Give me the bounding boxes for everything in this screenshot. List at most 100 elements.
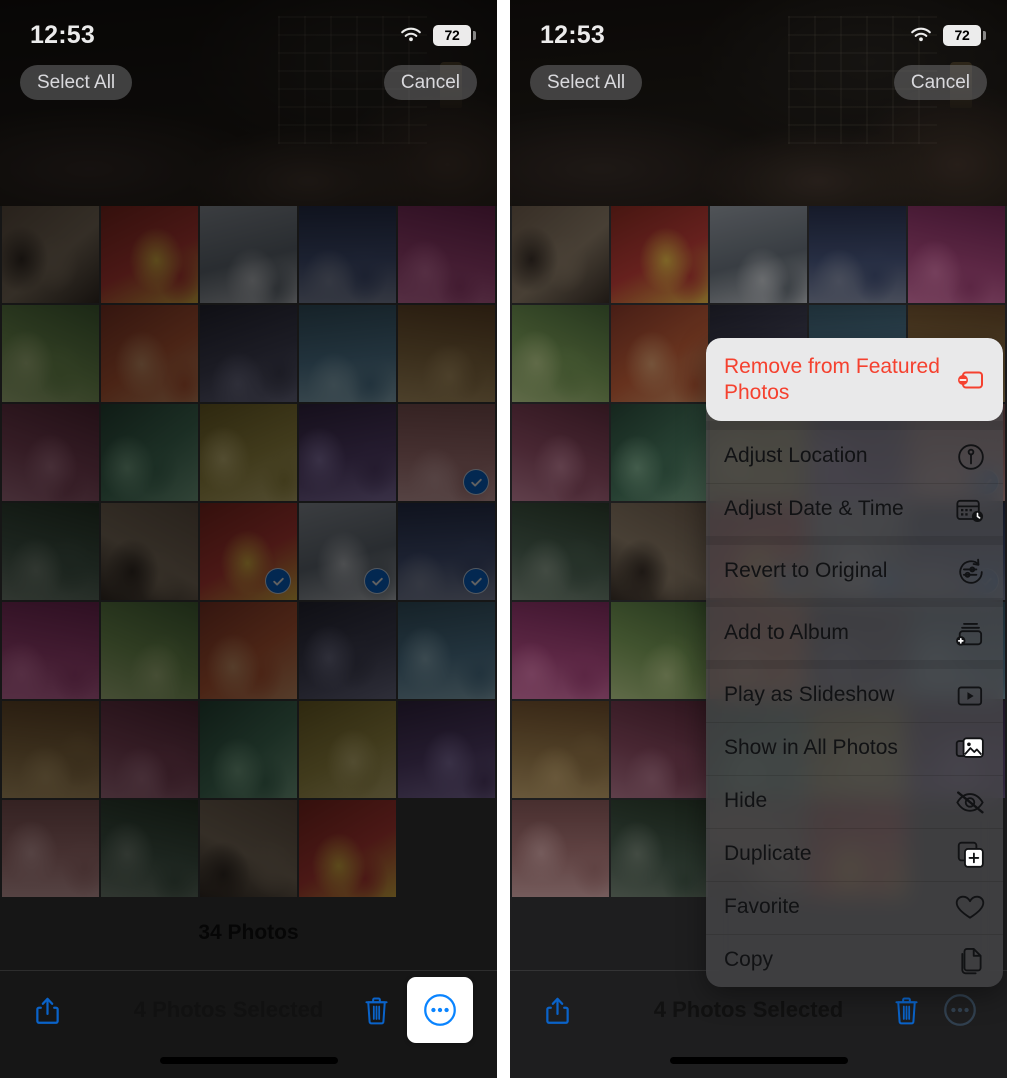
copy-icon [955,947,985,975]
bottom-toolbar: 4 Photos Selected [0,970,497,1078]
photo-image [101,800,198,897]
photo-thumbnail[interactable] [200,206,297,303]
add-to-album-icon [955,620,985,648]
photo-thumbnail[interactable] [512,206,609,303]
photo-thumbnail[interactable] [611,305,708,402]
photo-image [908,206,1005,303]
menu-item-hide[interactable]: Hide [706,775,1003,828]
more-options-button[interactable] [407,977,473,1043]
photo-thumbnail[interactable] [611,404,708,501]
photo-thumbnail[interactable] [710,206,807,303]
photo-thumbnail[interactable] [101,800,198,897]
photo-thumbnail[interactable] [512,602,609,699]
select-all-button-right[interactable]: Select All [530,64,643,100]
photo-thumbnail[interactable] [299,800,396,897]
selection-navbar: Select All Cancel [0,62,497,102]
wifi-icon [909,26,933,44]
photo-thumbnail[interactable] [611,701,708,798]
photo-thumbnail[interactable] [200,305,297,402]
right-screen: 12:53 72 Select All Cancel Remove from F… [510,0,1007,1078]
delete-button[interactable] [353,987,399,1033]
photo-thumbnail[interactable] [398,404,495,501]
photo-thumbnail[interactable] [908,206,1005,303]
photo-thumbnail[interactable] [2,503,99,600]
menu-item-adjust-location[interactable]: Adjust Location [706,430,1003,483]
photo-thumbnail[interactable] [200,800,297,897]
status-bar: 12:53 72 [0,0,497,56]
photo-thumbnail[interactable] [512,404,609,501]
photo-image [101,305,198,402]
photo-thumbnail[interactable] [101,503,198,600]
photo-thumbnail[interactable] [2,206,99,303]
photo-grid-container[interactable]: 34 Photos [0,206,497,1078]
photo-image [611,503,708,600]
photo-thumbnail[interactable] [299,602,396,699]
selection-count-label: 4 Photos Selected [133,997,324,1022]
photo-thumbnail[interactable] [299,206,396,303]
photo-thumbnail[interactable] [101,305,198,402]
menu-item-adjust-date-time[interactable]: Adjust Date & Time [706,483,1003,536]
photo-thumbnail[interactable] [2,701,99,798]
photo-thumbnail[interactable] [611,800,708,897]
photo-thumbnail[interactable] [512,701,609,798]
selected-checkmark [463,469,489,495]
photo-thumbnail[interactable] [101,404,198,501]
photo-thumbnail[interactable] [200,602,297,699]
photo-thumbnail[interactable] [398,602,495,699]
left-phone-panel: 34 Photos 12:53 72 Select All Cancel 4 P… [0,0,497,1078]
menu-item-show-in-all-photos[interactable]: Show in All Photos [706,722,1003,775]
photo-thumbnail[interactable] [200,404,297,501]
menu-item-duplicate[interactable]: Duplicate [706,828,1003,881]
right-phone-panel: 12:53 72 Select All Cancel Remove from F… [510,0,1007,1078]
cancel-button-right[interactable]: Cancel [893,64,987,100]
photo-thumbnail[interactable] [2,602,99,699]
menu-item-play-as-slideshow[interactable]: Play as Slideshow [706,669,1003,722]
more-options-button-right[interactable] [937,987,983,1033]
photo-thumbnail[interactable] [512,503,609,600]
photo-thumbnail[interactable] [2,800,99,897]
photo-thumbnail[interactable] [809,206,906,303]
menu-item-add-to-album[interactable]: Add to Album [706,607,1003,660]
menu-item-copy[interactable]: Copy [706,934,1003,987]
photo-thumbnail[interactable] [611,602,708,699]
photo-thumbnail[interactable] [200,503,297,600]
photo-thumbnail[interactable] [101,701,198,798]
selected-checkmark [265,568,291,594]
photo-thumbnail[interactable] [299,701,396,798]
photo-thumbnail[interactable] [611,206,708,303]
photo-thumbnail[interactable] [299,305,396,402]
photo-thumbnail[interactable] [512,800,609,897]
select-all-button[interactable]: Select All [20,64,133,100]
menu-item-remove-from-featured-photos[interactable]: Remove from Featured Photos [706,338,1003,421]
share-button[interactable] [24,987,70,1033]
delete-button-right[interactable] [883,987,929,1033]
photo-thumbnail[interactable] [2,404,99,501]
context-menu[interactable]: Remove from Featured Photos Adjust Locati… [706,338,1003,987]
photo-thumbnail[interactable] [2,305,99,402]
cancel-button[interactable]: Cancel [383,64,477,100]
photo-image [101,503,198,600]
photo-thumbnail[interactable] [398,206,495,303]
photo-image [398,305,495,402]
photo-image [101,602,198,699]
photo-thumbnail[interactable] [611,503,708,600]
photo-thumbnail[interactable] [101,206,198,303]
share-button-right[interactable] [534,987,580,1033]
photo-thumbnail[interactable] [398,503,495,600]
photo-thumbnail[interactable] [398,305,495,402]
menu-item-revert-to-original[interactable]: Revert to Original [706,545,1003,598]
photo-thumbnail[interactable] [398,701,495,798]
home-indicator-right [669,1057,848,1064]
photo-image [2,305,99,402]
photo-thumbnail[interactable] [101,602,198,699]
photo-image [512,503,609,600]
photo-thumbnail[interactable] [512,305,609,402]
battery-indicator-right: 72 [943,24,986,46]
menu-item-favorite[interactable]: Favorite [706,881,1003,934]
photo-thumbnail[interactable] [299,404,396,501]
photo-thumbnail[interactable] [299,503,396,600]
revert-icon [955,558,985,586]
battery-indicator: 72 [433,24,476,46]
photo-thumbnail[interactable] [200,701,297,798]
photo-image [611,206,708,303]
